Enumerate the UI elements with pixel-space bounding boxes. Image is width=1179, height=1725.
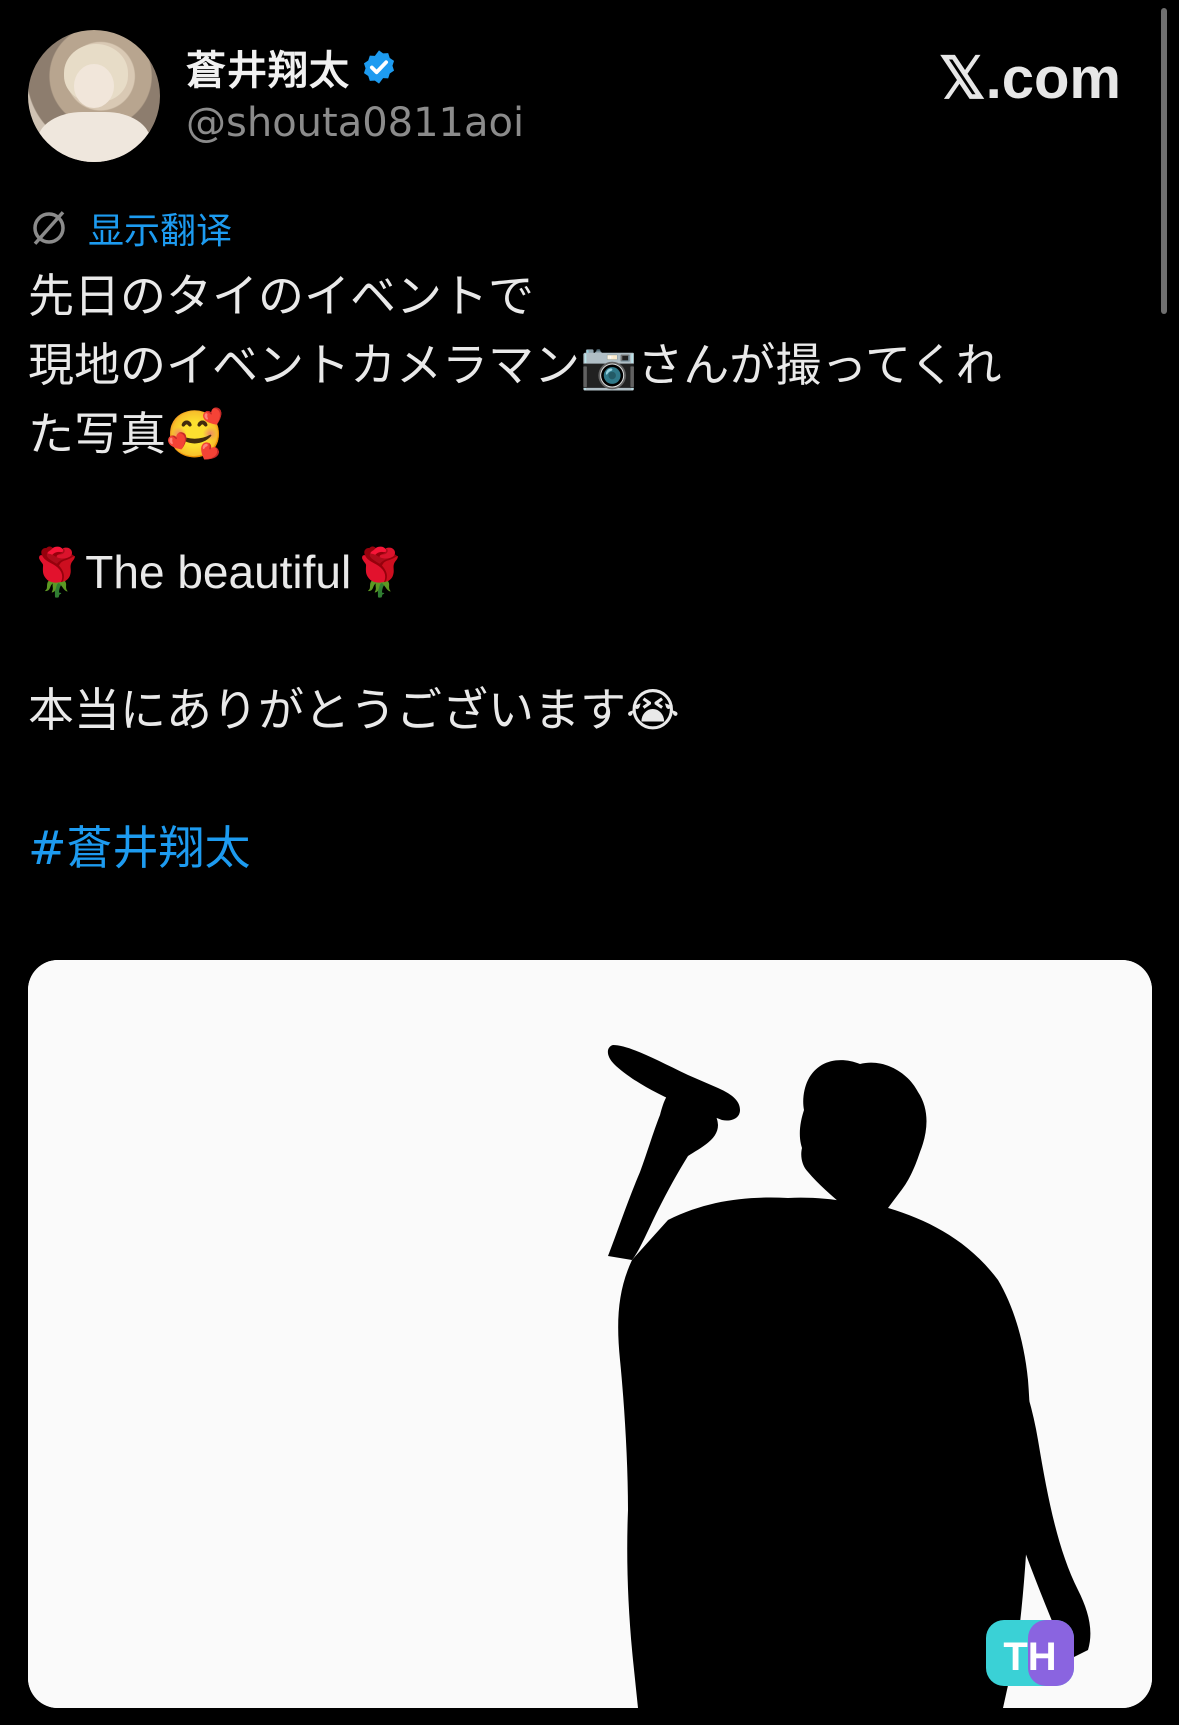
translate-link[interactable]: 显示翻译 <box>28 202 232 254</box>
avatar-face <box>74 64 114 108</box>
torso <box>618 1197 1031 1708</box>
profile-avatar[interactable] <box>28 30 160 162</box>
verified-badge-icon <box>363 50 395 84</box>
watermark-logo: TH <box>986 1620 1074 1686</box>
author-name-row: 蒼井翔太 <box>186 42 398 94</box>
hashtag-link[interactable]: #蒼井翔太 <box>28 814 1148 883</box>
avatar-body <box>38 112 150 162</box>
author-handle[interactable]: @shouta0811aoi <box>186 100 524 146</box>
singer-silhouette-photo: TH <box>28 960 1152 1708</box>
tweet-line: 先日のタイのイベントで <box>28 269 534 323</box>
author-display-name[interactable]: 蒼井翔太 <box>186 38 350 96</box>
tweet-line: 🌹The beautiful🌹 <box>28 546 409 598</box>
x-brand-logo: 𝕏.com <box>938 46 1121 111</box>
tweet-body: 先日のタイのイベントで 現地のイベントカメラマン📷さんが撮ってくれ た写真🥰 🌹… <box>28 262 1148 883</box>
tweet-media-photo[interactable]: TH <box>28 960 1152 1708</box>
tweet-line: た写真🥰 <box>28 407 224 461</box>
svg-text:TH: TH <box>1003 1635 1056 1679</box>
page-scrollbar[interactable] <box>1161 8 1167 314</box>
tweet-line: 本当にありがとうございます😭 <box>28 683 680 737</box>
tweet-line: 現地のイベントカメラマン📷さんが撮ってくれ <box>28 338 1002 392</box>
translate-icon <box>33 211 65 245</box>
translate-label[interactable]: 显示翻译 <box>88 202 232 254</box>
